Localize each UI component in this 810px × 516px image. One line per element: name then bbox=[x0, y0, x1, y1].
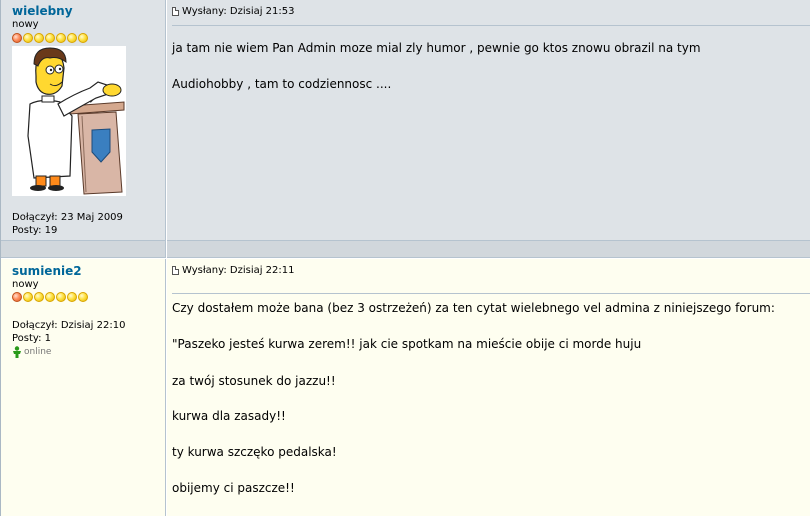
rank-star-icon bbox=[34, 292, 44, 302]
spacer-left bbox=[1, 240, 166, 258]
post-text-line: ty kurwa szczęko pedalska! bbox=[172, 445, 337, 459]
rank-star-icon bbox=[45, 292, 55, 302]
post-header: Wysłany: Dzisiaj 21:53 bbox=[172, 6, 295, 17]
post-date: Wysłany: Dzisiaj 22:11 bbox=[182, 265, 295, 276]
post-icon[interactable] bbox=[172, 266, 179, 275]
author-panel: sumienie2 nowy Dołączył: Dzisiaj 22:10 P… bbox=[1, 259, 166, 516]
post-text-line: za twój stosunek do jazzu!! bbox=[172, 374, 336, 388]
online-person-icon bbox=[13, 346, 21, 358]
rank-star-icon bbox=[56, 292, 66, 302]
author-rank: nowy bbox=[12, 19, 39, 30]
rank-star-icon bbox=[12, 33, 22, 43]
author-username[interactable]: sumienie2 bbox=[12, 264, 82, 278]
avatar bbox=[12, 46, 126, 196]
rank-star-icon bbox=[45, 33, 55, 43]
post-header: Wysłany: Dzisiaj 22:11 bbox=[172, 265, 295, 276]
rank-star-icon bbox=[67, 33, 77, 43]
post-row: wielebny nowy Dołączył: 23 Maj 2009 Post… bbox=[1, 0, 810, 240]
online-status: online bbox=[12, 346, 51, 358]
author-panel: wielebny nowy Dołączył: 23 Maj 2009 Post… bbox=[1, 0, 166, 240]
rank-star-icon bbox=[78, 33, 88, 43]
rank-star-icon bbox=[12, 292, 22, 302]
post-text-line: ja tam nie wiem Pan Admin moze mial zly … bbox=[172, 41, 701, 55]
rank-star-icon bbox=[56, 33, 66, 43]
post-body: Wysłany: Dzisiaj 21:53 ja tam nie wiem P… bbox=[167, 0, 810, 240]
post-text-line: Audiohobby , tam to codziennosc .... bbox=[172, 77, 392, 91]
online-label: online bbox=[24, 347, 52, 357]
avatar-preacher-image bbox=[27, 47, 125, 195]
post-text-line: obijemy ci paszcze!! bbox=[172, 481, 295, 495]
rank-star-icon bbox=[34, 33, 44, 43]
forum-thread: wielebny nowy Dołączył: 23 Maj 2009 Post… bbox=[0, 0, 810, 516]
author-rank: nowy bbox=[12, 279, 39, 290]
rank-star-icon bbox=[78, 292, 88, 302]
post-icon[interactable] bbox=[172, 7, 179, 16]
author-post-count: Posty: 19 bbox=[12, 225, 58, 236]
author-joined: Dołączył: 23 Maj 2009 bbox=[12, 212, 123, 223]
author-post-count: Posty: 1 bbox=[12, 333, 52, 344]
post-text-line: Czy dostałem może bana (bez 3 ostrzeżeń)… bbox=[172, 301, 775, 315]
post-body: Wysłany: Dzisiaj 22:11 Czy dostałem może… bbox=[167, 259, 810, 516]
author-joined: Dołączył: Dzisiaj 22:10 bbox=[12, 320, 126, 331]
post-text-line: "Paszeko jesteś kurwa zerem!! jak cie sp… bbox=[172, 337, 642, 351]
post-date: Wysłany: Dzisiaj 21:53 bbox=[182, 6, 295, 17]
post-divider bbox=[172, 293, 810, 294]
rank-star-icon bbox=[67, 292, 77, 302]
author-username[interactable]: wielebny bbox=[12, 4, 73, 18]
post-row: sumienie2 nowy Dołączył: Dzisiaj 22:10 P… bbox=[1, 259, 810, 516]
post-divider bbox=[172, 25, 810, 26]
post-spacer bbox=[1, 240, 810, 258]
rank-star-icon bbox=[23, 33, 33, 43]
rank-star-icon bbox=[23, 292, 33, 302]
post-text-line: kurwa dla zasady!! bbox=[172, 409, 286, 423]
spacer-right bbox=[167, 240, 810, 258]
rank-stars bbox=[12, 32, 88, 46]
rank-stars bbox=[12, 291, 88, 305]
